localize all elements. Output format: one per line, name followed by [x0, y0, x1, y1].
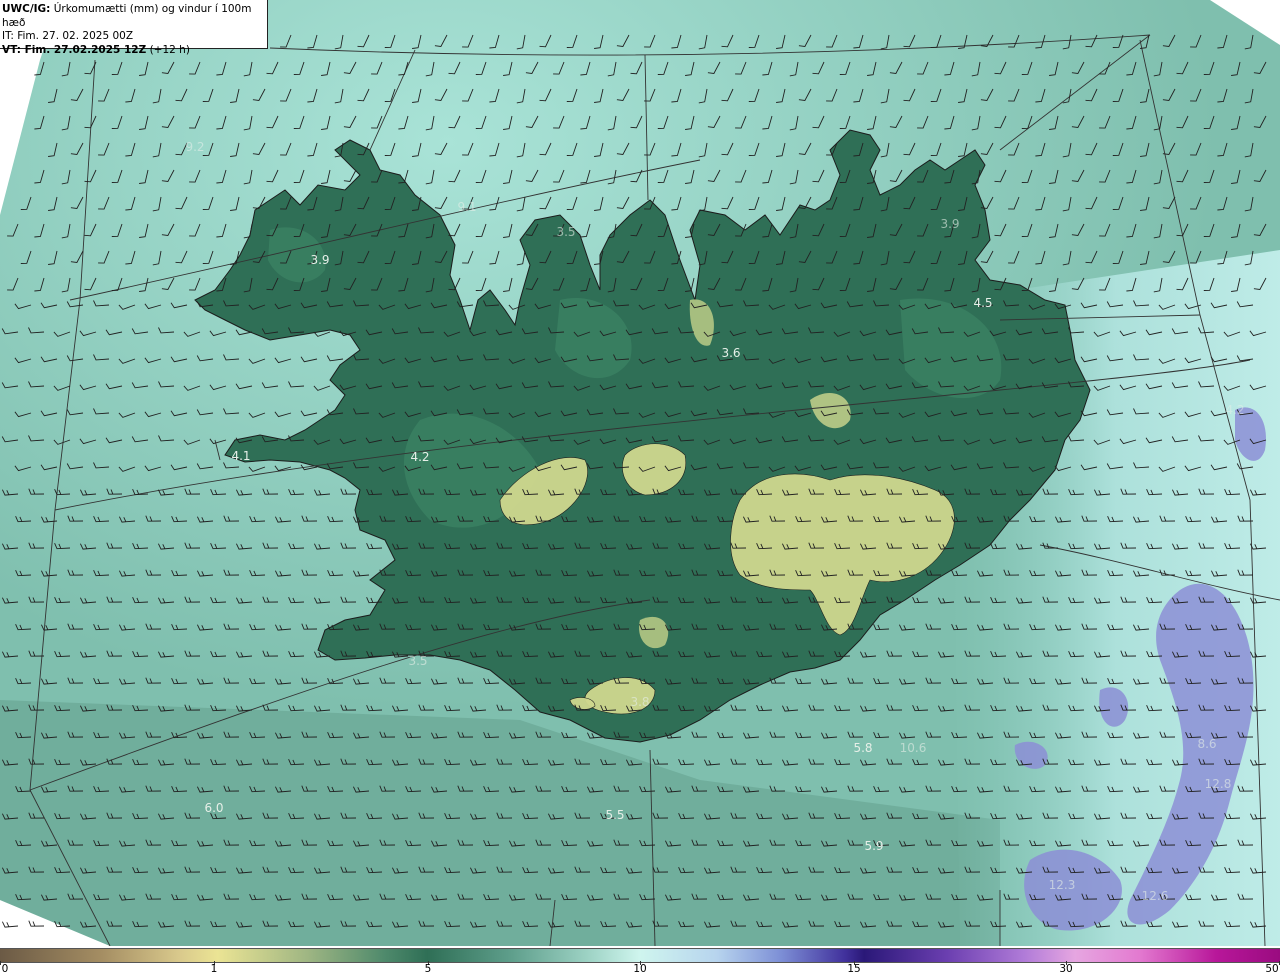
value-label: 3.9: [940, 217, 959, 231]
value-label: 9.1: [457, 200, 476, 214]
value-label: 5.9: [864, 839, 883, 853]
colorbar-label: 0: [1, 963, 9, 975]
forecast-offset: (+12 h): [149, 43, 190, 56]
value-label: 4.5: [973, 296, 992, 310]
value-label: 3.5: [408, 654, 427, 668]
product-title: UWC/IG: Úrkomumætti (mm) og vindur í 100…: [2, 3, 267, 30]
value-label: 12.3: [1049, 878, 1076, 892]
weather-map: 9.2 3.9 9.1 3.5 3.6 4.5 3.9 4.1 4.2 3.5 …: [0, 0, 1280, 946]
value-label: 12.8: [1205, 777, 1232, 791]
value-label: 4.2: [1225, 403, 1244, 417]
init-time: IT: Fim. 27. 02. 2025 00Z: [2, 30, 134, 42]
value-label: 3.9: [310, 253, 329, 267]
value-label: 5.5: [605, 808, 624, 822]
value-label: 3.5: [556, 225, 575, 239]
colorbar-label: 15: [847, 963, 861, 975]
value-label: 5.8: [853, 741, 872, 755]
product-code: UWC/IG:: [2, 3, 51, 15]
value-label: 8.6: [1197, 737, 1216, 751]
colorbar-label: 50: [1265, 963, 1279, 975]
value-label: 4.2: [410, 450, 429, 464]
value-label: 12.6: [1142, 889, 1169, 903]
colorbar-label: 30: [1059, 963, 1073, 975]
value-label: 3.8: [630, 695, 649, 709]
value-label: 10.6: [900, 741, 927, 755]
value-label: 4.1: [231, 449, 250, 463]
colorbar-label: 1: [210, 963, 218, 975]
colorbar-label: 5: [424, 963, 432, 975]
colorbar-label: 10: [633, 963, 647, 975]
map-info-box: UWC/IG: Úrkomumætti (mm) og vindur í 100…: [0, 0, 268, 56]
value-label: 3.6: [721, 346, 740, 360]
valid-time: VT: Fim. 27.02.2025 12Z (+12 h): [2, 44, 267, 58]
value-label: 6.0: [204, 801, 223, 815]
precip-colorbar: 0 1 5 10 15 30 50: [0, 946, 1280, 978]
valid-time-label: VT: Fim. 27.02.2025 12Z: [2, 43, 147, 56]
value-label: 9.2: [185, 140, 204, 154]
